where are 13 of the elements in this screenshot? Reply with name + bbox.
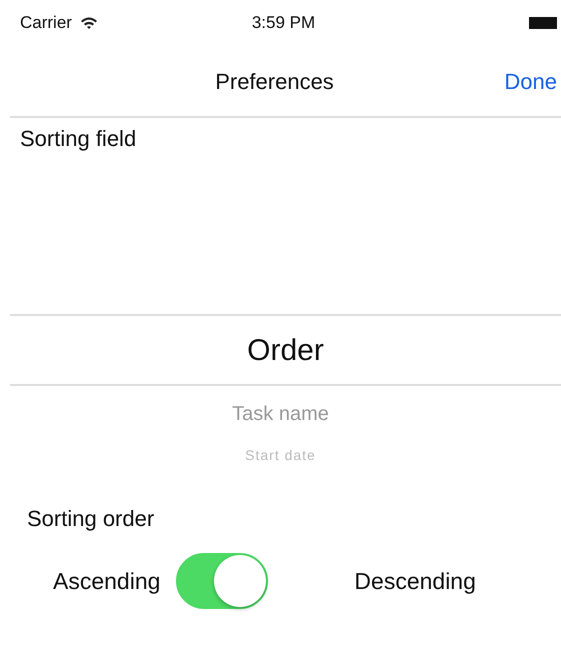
picker-option[interactable]: Order [10, 316, 561, 384]
picker-option[interactable]: Task name [0, 386, 561, 424]
carrier-label: Carrier [20, 12, 72, 34]
wifi-icon [80, 16, 98, 30]
toggle-label: Descending [354, 566, 476, 596]
done-button[interactable]: Done [504, 64, 557, 98]
nav-title: Preferences [215, 68, 334, 96]
battery-icon [528, 17, 557, 29]
section-label: Sorting order [26, 505, 156, 533]
toggle-switch[interactable] [176, 553, 268, 609]
section-label: Sorting field [19, 125, 138, 153]
clock-time: 3:59 PM [252, 12, 316, 34]
toggle-label: Ascending [53, 566, 160, 596]
